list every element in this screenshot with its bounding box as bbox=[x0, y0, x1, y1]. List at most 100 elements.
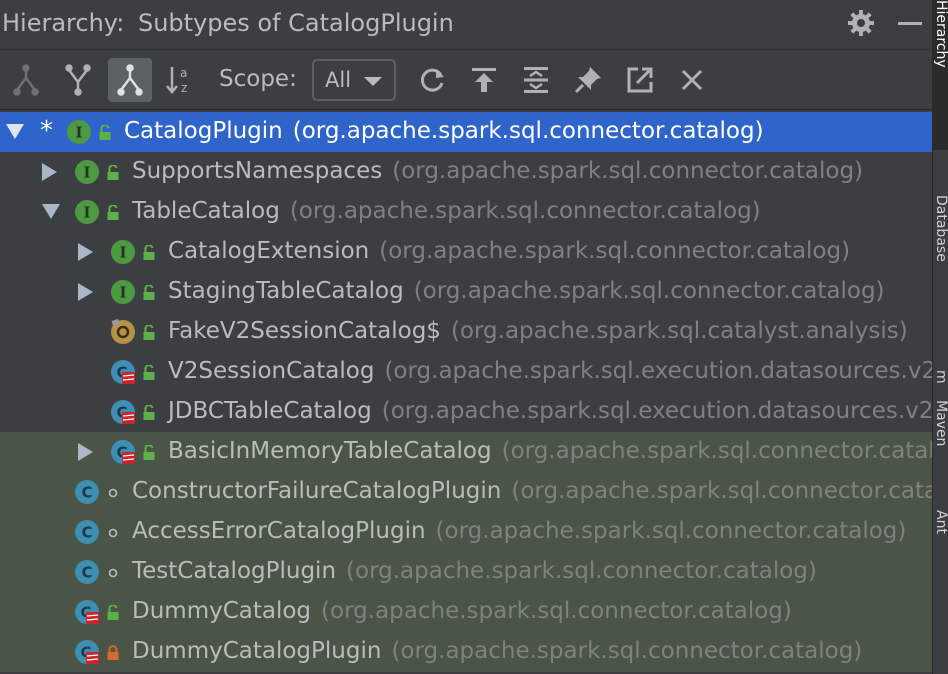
refresh-icon bbox=[420, 68, 444, 92]
scope-dropdown[interactable]: All bbox=[312, 59, 396, 101]
tree-node-label: V2SessionCatalog (org.apache.spark.sql.ex… bbox=[168, 358, 932, 384]
tree-row[interactable]: FakeV2SessionCatalog$ (org.apache.spark.s… bbox=[0, 312, 932, 352]
scala-class-icon: C bbox=[74, 599, 100, 625]
tree-node-label: AccessErrorCatalogPlugin (org.apache.spar… bbox=[132, 518, 906, 544]
package-name: (org.apache.spark.sql.connector.catalog) bbox=[501, 438, 932, 464]
svg-text:I: I bbox=[119, 244, 126, 262]
interface-icon: I bbox=[66, 119, 92, 145]
close-button[interactable] bbox=[670, 58, 714, 102]
sort-alphabetically-button[interactable]: a z bbox=[158, 58, 202, 102]
collapse-arrow-icon[interactable] bbox=[6, 124, 24, 139]
package-name: (org.apache.spark.sql.connector.catalog) bbox=[379, 238, 851, 264]
panel-titlebar: Hierarchy: Subtypes of CatalogPlugin bbox=[0, 0, 932, 50]
gear-icon[interactable] bbox=[846, 8, 876, 38]
svg-text:z: z bbox=[181, 81, 187, 95]
package-name: (org.apache.spark.sql.connector.catalog) bbox=[413, 278, 885, 304]
tree-row[interactable]: C ConstructorFailureCatalogPlugin (org.apa… bbox=[0, 472, 932, 512]
supertypes-hierarchy-icon bbox=[65, 64, 91, 96]
minimize-icon[interactable] bbox=[896, 8, 924, 38]
public-lock-icon bbox=[106, 604, 120, 621]
class-icon: C bbox=[74, 519, 100, 545]
public-lock-icon bbox=[142, 404, 156, 421]
tree-row[interactable]: C TestCatalogPlugin (org.apache.spark.sql.… bbox=[0, 552, 932, 592]
svg-text:I: I bbox=[119, 284, 126, 302]
svg-text:I: I bbox=[83, 164, 90, 182]
tree-row[interactable]: I CatalogExtension (org.apache.spark.sql.c… bbox=[0, 232, 932, 272]
type-name: StagingTableCatalog bbox=[168, 278, 404, 304]
subtypes-hierarchy-button[interactable] bbox=[108, 58, 152, 102]
public-lock-icon bbox=[142, 444, 156, 461]
class-icon: C bbox=[74, 559, 100, 585]
tree-node-label: SupportsNamespaces (org.apache.spark.sql.… bbox=[132, 158, 863, 184]
type-hierarchy-icon bbox=[13, 64, 39, 96]
hierarchy-panel: Hierarchy: Subtypes of CatalogPlugin a z… bbox=[0, 0, 932, 674]
subtypes-hierarchy-icon bbox=[117, 64, 143, 96]
pin-button[interactable] bbox=[566, 58, 610, 102]
package-visibility-icon bbox=[106, 485, 120, 501]
tree-node-label: TableCatalog (org.apache.spark.sql.connec… bbox=[132, 198, 761, 224]
scala-class-icon: C bbox=[74, 639, 100, 665]
tree-node-label: CatalogPlugin (org.apache.spark.sql.conne… bbox=[124, 118, 764, 144]
open-in-window-icon bbox=[627, 67, 653, 93]
tree-row[interactable]: I StagingTableCatalog (org.apache.spark.sq… bbox=[0, 272, 932, 312]
tree-node-label: JDBCTableCatalog (org.apache.spark.sql.ex… bbox=[168, 398, 932, 424]
scala-class-icon: C bbox=[110, 359, 136, 385]
refresh-button[interactable] bbox=[410, 58, 454, 102]
collapse-arrow-icon[interactable] bbox=[42, 204, 60, 219]
close-icon bbox=[681, 69, 703, 91]
tree-row[interactable]: C DummyCatalog (org.apache.spark.sql.conne… bbox=[0, 592, 932, 632]
package-name: (org.apache.spark.sql.connector.catalog) bbox=[435, 518, 907, 544]
panel-title-label: Hierarchy: bbox=[2, 9, 125, 37]
hierarchy-toolbar: a z Scope: All bbox=[0, 50, 932, 110]
tree-node-label: BasicInMemoryTableCatalog (org.apache.spa… bbox=[168, 438, 932, 464]
tree-row[interactable]: I SupportsNamespaces (org.apache.spark.sql… bbox=[0, 152, 932, 192]
svg-text:I: I bbox=[83, 204, 90, 222]
scope-label: Scope: bbox=[219, 66, 297, 92]
sort-alphabetically-icon: a z bbox=[166, 66, 187, 95]
type-name: JDBCTableCatalog bbox=[168, 398, 372, 424]
pin-icon bbox=[574, 67, 601, 94]
supertypes-hierarchy-button[interactable] bbox=[56, 58, 100, 102]
side-tab-maven[interactable]: Maven bbox=[933, 400, 948, 490]
tree-row[interactable]: C DummyCatalogPlugin (org.apache.spark.sql… bbox=[0, 632, 932, 672]
side-tab-m[interactable]: m bbox=[933, 370, 948, 395]
public-lock-icon bbox=[142, 284, 156, 301]
package-name: (org.apache.spark.sql.connector.catalog) bbox=[346, 558, 817, 584]
type-name: AccessErrorCatalogPlugin bbox=[132, 518, 426, 544]
expand-arrow-icon[interactable] bbox=[42, 163, 57, 181]
package-name: (org.apache.spark.sql.connector.catalog) bbox=[289, 198, 761, 224]
type-name: SupportsNamespaces bbox=[132, 158, 383, 184]
tree-row[interactable]: C JDBCTableCatalog (org.apache.spark.sql.e… bbox=[0, 392, 932, 432]
right-tool-strip: Hierarchy Database m Maven Ant bbox=[932, 0, 948, 674]
tree-row[interactable]: I TableCatalog (org.apache.spark.sql.conne… bbox=[0, 192, 932, 232]
open-in-window-button[interactable] bbox=[618, 58, 662, 102]
package-visibility-icon bbox=[106, 525, 120, 541]
private-lock-icon bbox=[106, 645, 120, 661]
class-icon: C bbox=[74, 479, 100, 505]
scala-class-icon: C bbox=[110, 439, 136, 465]
export-button[interactable] bbox=[462, 58, 506, 102]
tree-node-label: DummyCatalogPlugin (org.apache.spark.sql.… bbox=[132, 638, 862, 664]
type-hierarchy-button[interactable] bbox=[4, 58, 48, 102]
type-name: CatalogPlugin bbox=[124, 118, 283, 144]
tree-node-label: CatalogExtension (org.apache.spark.sql.co… bbox=[168, 238, 850, 264]
chevron-down-icon bbox=[364, 77, 382, 86]
expand-arrow-icon[interactable] bbox=[78, 443, 93, 461]
type-name: V2SessionCatalog bbox=[168, 358, 375, 384]
tree-node-label: TestCatalogPlugin (org.apache.spark.sql.c… bbox=[132, 558, 817, 584]
expand-all-button[interactable] bbox=[514, 58, 558, 102]
type-name: DummyCatalogPlugin bbox=[132, 638, 382, 664]
tree-row[interactable]: C BasicInMemoryTableCatalog (org.apache.sp… bbox=[0, 432, 932, 472]
type-name: DummyCatalog bbox=[132, 598, 312, 624]
expand-arrow-icon[interactable] bbox=[78, 283, 93, 301]
tree-row[interactable]: C AccessErrorCatalogPlugin (org.apache.spa… bbox=[0, 512, 932, 552]
expand-arrow-icon[interactable] bbox=[78, 243, 93, 261]
side-tab-ant[interactable]: Ant bbox=[933, 510, 948, 570]
expand-all-icon bbox=[524, 67, 548, 93]
tree-row[interactable]: * I CatalogPlugin (org.apache.spark.sql.con… bbox=[0, 112, 932, 152]
package-name: (org.apache.spark.sql.connector.catalog) bbox=[392, 158, 864, 184]
tree-row[interactable]: C V2SessionCatalog (org.apache.spark.sql.e… bbox=[0, 352, 932, 392]
side-tab-database[interactable]: Database bbox=[933, 195, 948, 335]
side-tab-hierarchy[interactable]: Hierarchy bbox=[933, 0, 948, 150]
scope-value: All bbox=[325, 68, 352, 92]
